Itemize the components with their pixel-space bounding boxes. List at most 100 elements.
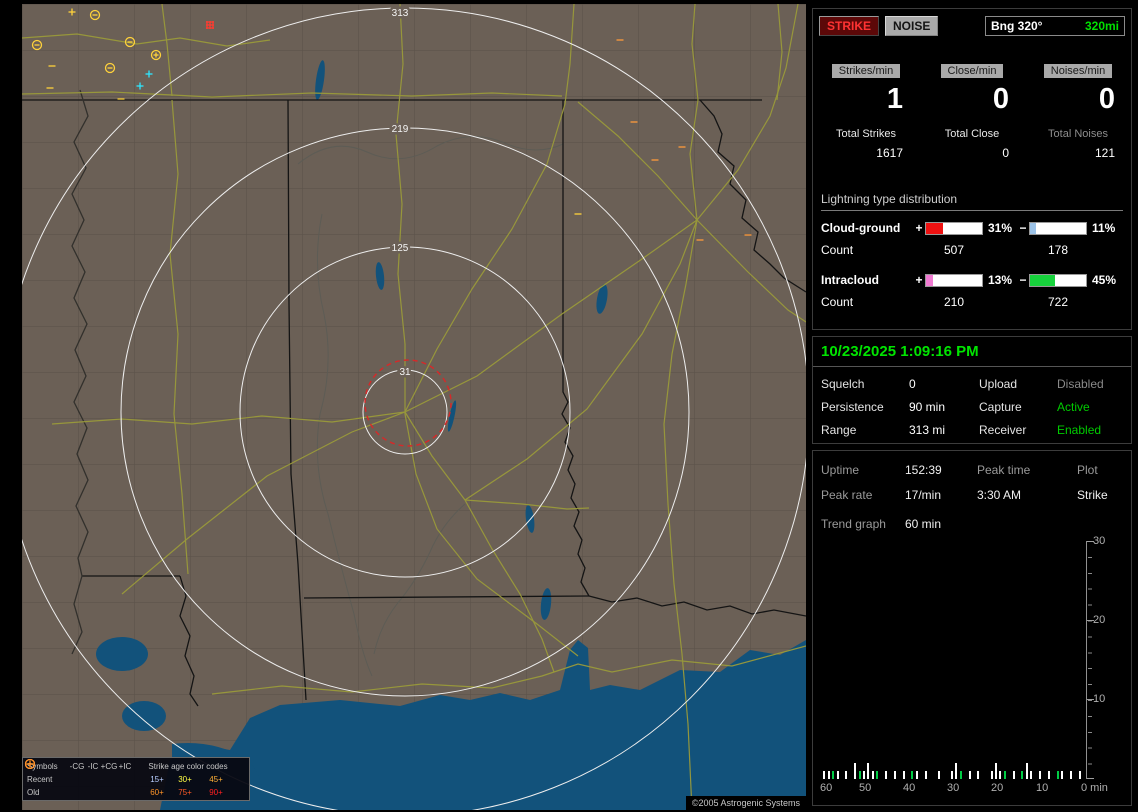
cg-positive-count: 507 bbox=[925, 243, 983, 257]
range-label: Range bbox=[821, 423, 909, 437]
legend-row-old: Old bbox=[27, 786, 69, 798]
legend-col-neg-cg: -CG bbox=[69, 760, 85, 772]
cg-positive-bar bbox=[925, 222, 983, 235]
age-code-30: 30+ bbox=[171, 773, 199, 785]
trend-graph-window: 60 min bbox=[905, 517, 977, 531]
copyright-notice: ©2005 Astrogenic Systems bbox=[686, 796, 806, 810]
strikes-per-min-value: 1 bbox=[813, 85, 919, 114]
legend-recent-pos-ic-icon bbox=[117, 773, 133, 785]
total-close-label: Total Close bbox=[919, 128, 1025, 140]
legend-col-neg-ic: -IC bbox=[85, 760, 101, 772]
distribution-title: Lightning type distribution bbox=[821, 192, 1123, 211]
bearing-distance: 320mi bbox=[1085, 19, 1119, 33]
trend-xtick-10: 10 bbox=[1036, 782, 1048, 794]
peak-rate-value: 17/min bbox=[905, 488, 977, 502]
legend-row-recent: Recent bbox=[27, 773, 69, 785]
age-code-15: 15+ bbox=[143, 773, 171, 785]
strike-mode-button[interactable]: STRIKE bbox=[819, 16, 879, 36]
trend-panel: Uptime 152:39 Peak time Plot Peak rate 1… bbox=[812, 450, 1132, 806]
age-code-45: 45+ bbox=[199, 773, 233, 785]
trend-xtick-0: 0 min bbox=[1081, 782, 1108, 794]
trend-ytick-30: 30 bbox=[1093, 535, 1105, 547]
close-per-min-value: 0 bbox=[919, 85, 1025, 114]
count-label: Count bbox=[821, 295, 913, 309]
ic-positive-count: 210 bbox=[925, 295, 983, 309]
trend-xtick-20: 20 bbox=[991, 782, 1003, 794]
noise-mode-button[interactable]: NOISE bbox=[885, 16, 938, 36]
trend-x-axis-labels: 60 50 40 30 20 10 0 min bbox=[819, 782, 1119, 796]
intracloud-row: Intracloud + 13% − 45% bbox=[821, 273, 1123, 287]
cg-negative-count: 178 bbox=[1029, 243, 1087, 257]
minus-sign: − bbox=[1017, 273, 1029, 287]
total-strikes-label: Total Strikes bbox=[813, 128, 919, 140]
ring-label-125: 125 bbox=[392, 243, 409, 254]
trend-plot bbox=[819, 541, 1087, 779]
range-value: 313 mi bbox=[909, 423, 979, 437]
cg-negative-bar bbox=[1029, 222, 1087, 235]
plot-value: Strike bbox=[1077, 488, 1123, 502]
receiver-status: Enabled bbox=[1057, 423, 1123, 437]
trend-xtick-60: 60 bbox=[820, 782, 832, 794]
trend-xtick-40: 40 bbox=[903, 782, 915, 794]
status-panel: 10/23/2025 1:09:16 PM Squelch 0 Upload D… bbox=[812, 336, 1132, 444]
capture-status: Active bbox=[1057, 400, 1123, 414]
map-legend: Symbols -CG -IC +CG +IC Strike age color… bbox=[22, 757, 250, 801]
legend-recent-neg-cg-icon bbox=[69, 773, 85, 785]
trend-y-axis bbox=[1086, 541, 1087, 779]
ic-negative-count: 722 bbox=[1029, 295, 1087, 309]
uptime-value: 152:39 bbox=[905, 463, 977, 477]
ring-label-31: 31 bbox=[399, 367, 411, 378]
persistence-value: 90 min bbox=[909, 400, 979, 414]
bearing-display[interactable]: Bng 320° 320mi bbox=[985, 16, 1125, 36]
noises-per-min-chip: Noises/min bbox=[1044, 64, 1112, 78]
trend-y-minor-ticks bbox=[1088, 541, 1092, 779]
legend-col-pos-ic: +IC bbox=[117, 760, 133, 772]
age-code-90: 90+ bbox=[199, 786, 233, 798]
noises-per-min-value: 0 bbox=[1025, 85, 1131, 114]
upload-label: Upload bbox=[979, 377, 1057, 391]
legend-old-pos-cg-icon bbox=[101, 786, 117, 798]
squelch-label: Squelch bbox=[821, 377, 909, 391]
legend-old-pos-ic-icon bbox=[117, 786, 133, 798]
legend-recent-pos-cg-icon bbox=[101, 773, 117, 785]
ic-positive-pct: 13% bbox=[983, 273, 1017, 287]
peak-time-label: Peak time bbox=[977, 463, 1077, 477]
age-code-60: 60+ bbox=[143, 786, 171, 798]
total-close-value: 0 bbox=[919, 146, 1025, 160]
legend-old-neg-cg-icon bbox=[69, 786, 85, 798]
plus-sign: + bbox=[913, 221, 925, 235]
cloud-ground-count-row: Count 507 178 bbox=[821, 243, 1123, 257]
total-strikes-value: 1617 bbox=[813, 146, 919, 160]
trend-ytick-10: 10 bbox=[1093, 693, 1105, 705]
intracloud-count-row: Count 210 722 bbox=[821, 295, 1123, 309]
minus-sign: − bbox=[1017, 221, 1029, 235]
trend-xtick-30: 30 bbox=[947, 782, 959, 794]
peak-rate-label: Peak rate bbox=[821, 488, 905, 502]
trend-graph-label: Trend graph bbox=[821, 517, 905, 531]
plot-label: Plot bbox=[1077, 463, 1123, 477]
legend-col-pos-cg: +CG bbox=[101, 760, 117, 772]
plus-sign: + bbox=[913, 273, 925, 287]
cloud-ground-label: Cloud-ground bbox=[821, 221, 913, 235]
ic-negative-pct: 45% bbox=[1087, 273, 1123, 287]
legend-age-header: Strike age color codes bbox=[143, 760, 233, 772]
strikes-per-min-chip: Strikes/min bbox=[832, 64, 900, 78]
capture-label: Capture bbox=[979, 400, 1057, 414]
uptime-label: Uptime bbox=[821, 463, 905, 477]
ic-positive-bar bbox=[925, 274, 983, 287]
upload-status: Disabled bbox=[1057, 377, 1123, 391]
cg-positive-pct: 31% bbox=[983, 221, 1017, 235]
cloud-ground-row: Cloud-ground + 31% − 11% bbox=[821, 221, 1123, 235]
lightning-map[interactable]: 313 219 125 31 Symbols -CG -IC +CG +IC S… bbox=[22, 4, 806, 810]
intracloud-label: Intracloud bbox=[821, 273, 913, 287]
map-canvas: 313 219 125 31 bbox=[22, 4, 806, 810]
ring-label-219: 219 bbox=[392, 124, 409, 135]
legend-recent-neg-ic-icon bbox=[85, 773, 101, 785]
age-code-75: 75+ bbox=[171, 786, 199, 798]
bearing-label: Bng 320° bbox=[991, 19, 1042, 33]
ring-label-313: 313 bbox=[392, 8, 409, 19]
strike-counters-panel: STRIKE NOISE Bng 320° 320mi Strikes/min … bbox=[812, 8, 1132, 330]
squelch-value: 0 bbox=[909, 377, 979, 391]
peak-time-value: 3:30 AM bbox=[977, 488, 1077, 502]
total-noises-label: Total Noises bbox=[1025, 128, 1131, 140]
